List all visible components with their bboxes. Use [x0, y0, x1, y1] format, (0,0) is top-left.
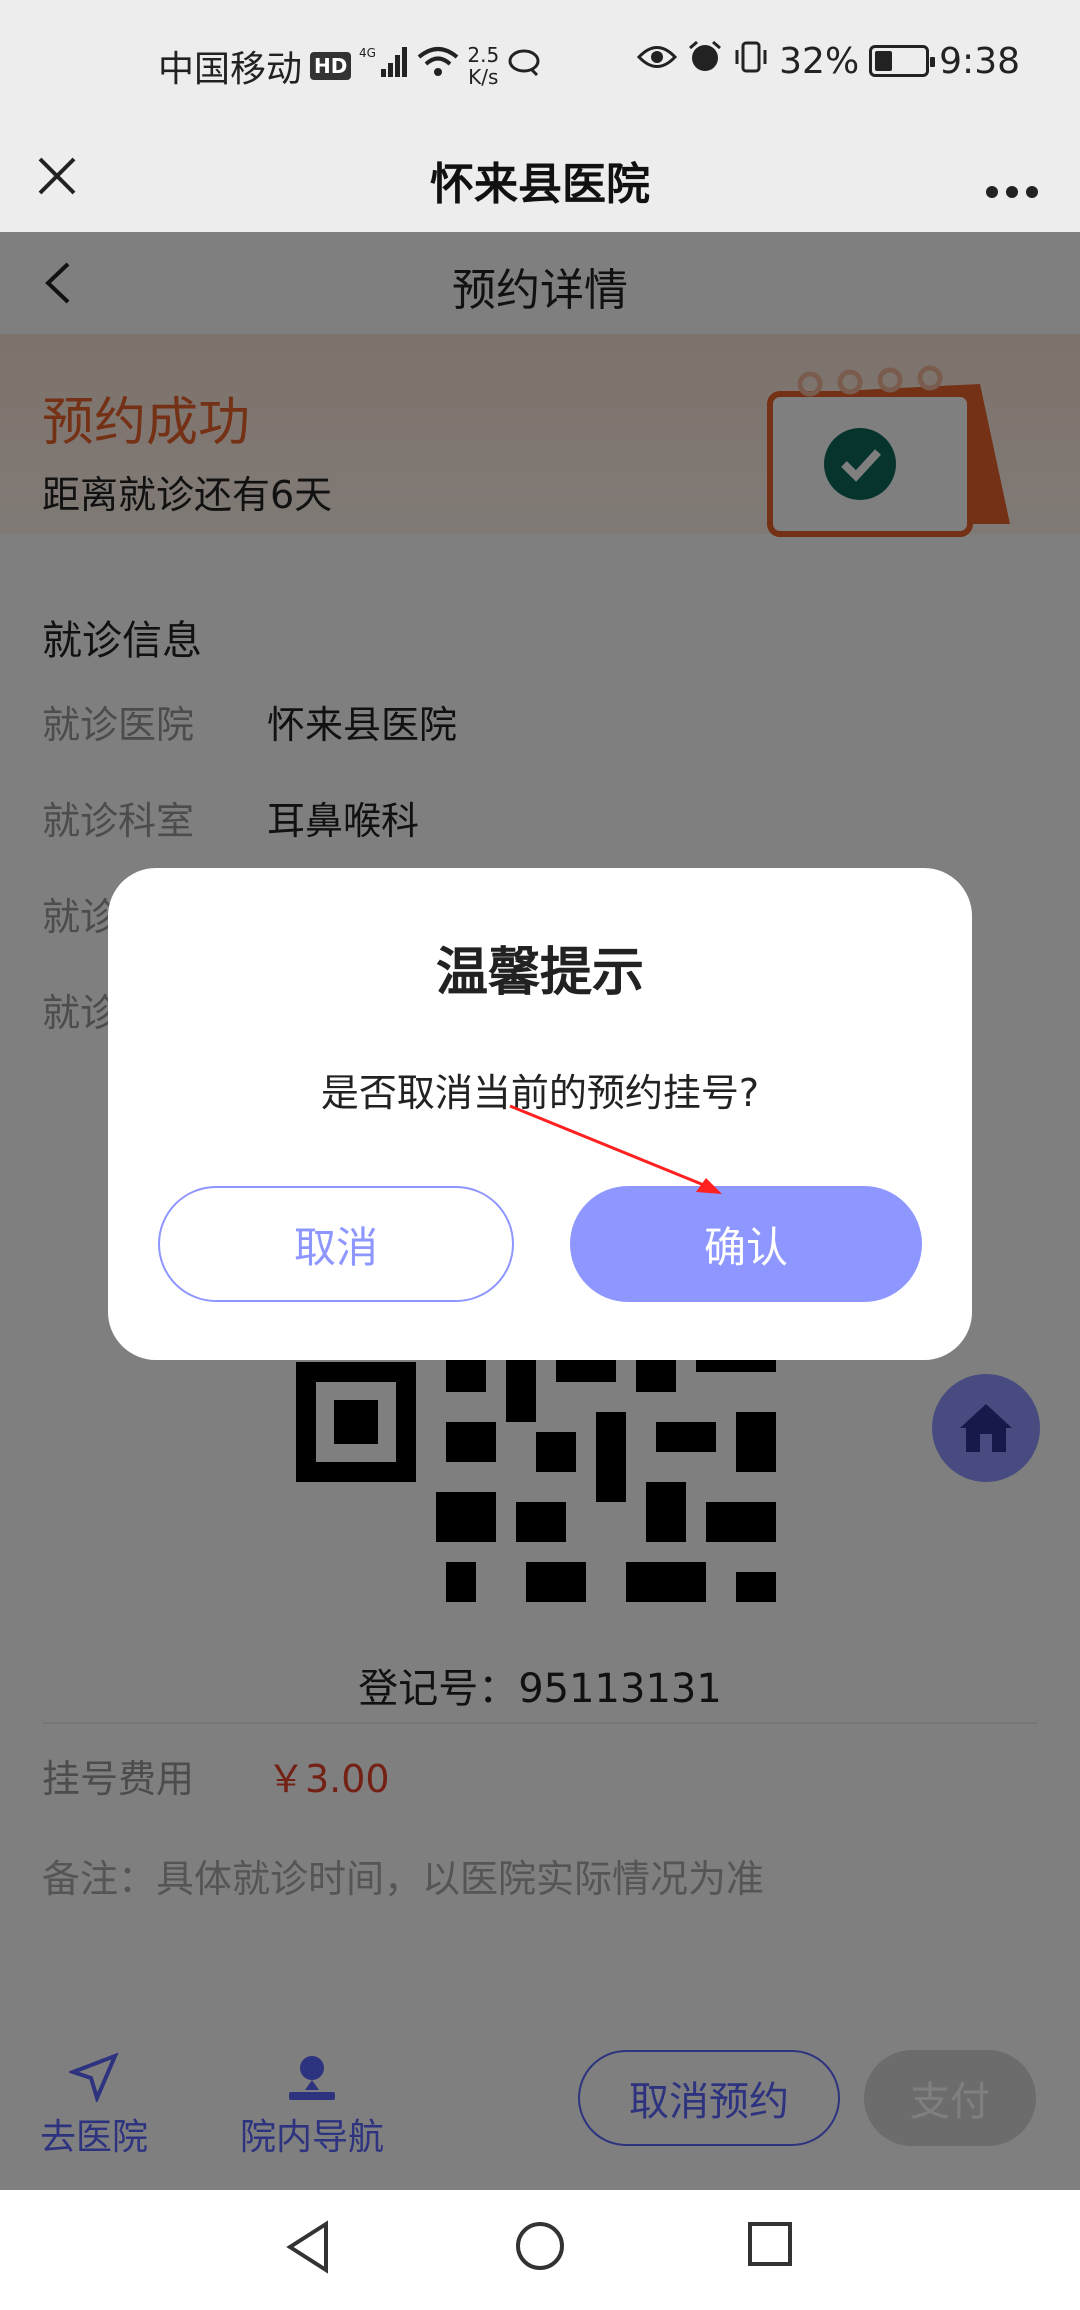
battery-icon	[869, 45, 936, 77]
network-speed: 2.5 K/s	[467, 44, 499, 88]
status-bar-left: 中国移动 HD 4G 2.5 K/s	[158, 40, 543, 92]
chat-icon	[507, 47, 543, 85]
more-icon[interactable]	[984, 164, 1040, 210]
system-nav-bar	[0, 2190, 1080, 2310]
signal-icon: 4G	[359, 45, 409, 87]
alarm-icon	[687, 40, 723, 82]
clock: 9:38	[939, 40, 1020, 82]
nav-recents-icon[interactable]	[746, 2220, 794, 2272]
battery-percent: 32%	[779, 40, 860, 82]
dialog-title: 温馨提示	[435, 943, 644, 1003]
speed-value: 2.5	[467, 43, 500, 67]
app-title-bar: 怀来县医院	[0, 126, 1080, 232]
app-title: 怀来县医院	[430, 159, 650, 210]
vibrate-icon	[733, 40, 769, 82]
speed-unit: K/s	[468, 65, 499, 89]
dialog-confirm-button[interactable]: 确认	[570, 1186, 922, 1302]
carrier-label: 中国移动	[158, 49, 303, 90]
nav-back-icon[interactable]	[284, 2220, 332, 2278]
battery-fill	[875, 51, 893, 71]
eye-icon	[637, 42, 678, 80]
status-bar: 中国移动 HD 4G 2.5 K/s 32% 9:38	[0, 0, 1080, 126]
hd-badge: HD	[310, 52, 352, 80]
wifi-icon	[417, 45, 459, 87]
svg-text:4G: 4G	[359, 46, 376, 60]
annotation-arrow	[509, 1104, 722, 1194]
dialog-cancel-button[interactable]: 取消	[158, 1186, 514, 1302]
status-bar-right: 32% 9:38	[637, 40, 1020, 82]
nav-home-icon[interactable]	[514, 2220, 566, 2276]
